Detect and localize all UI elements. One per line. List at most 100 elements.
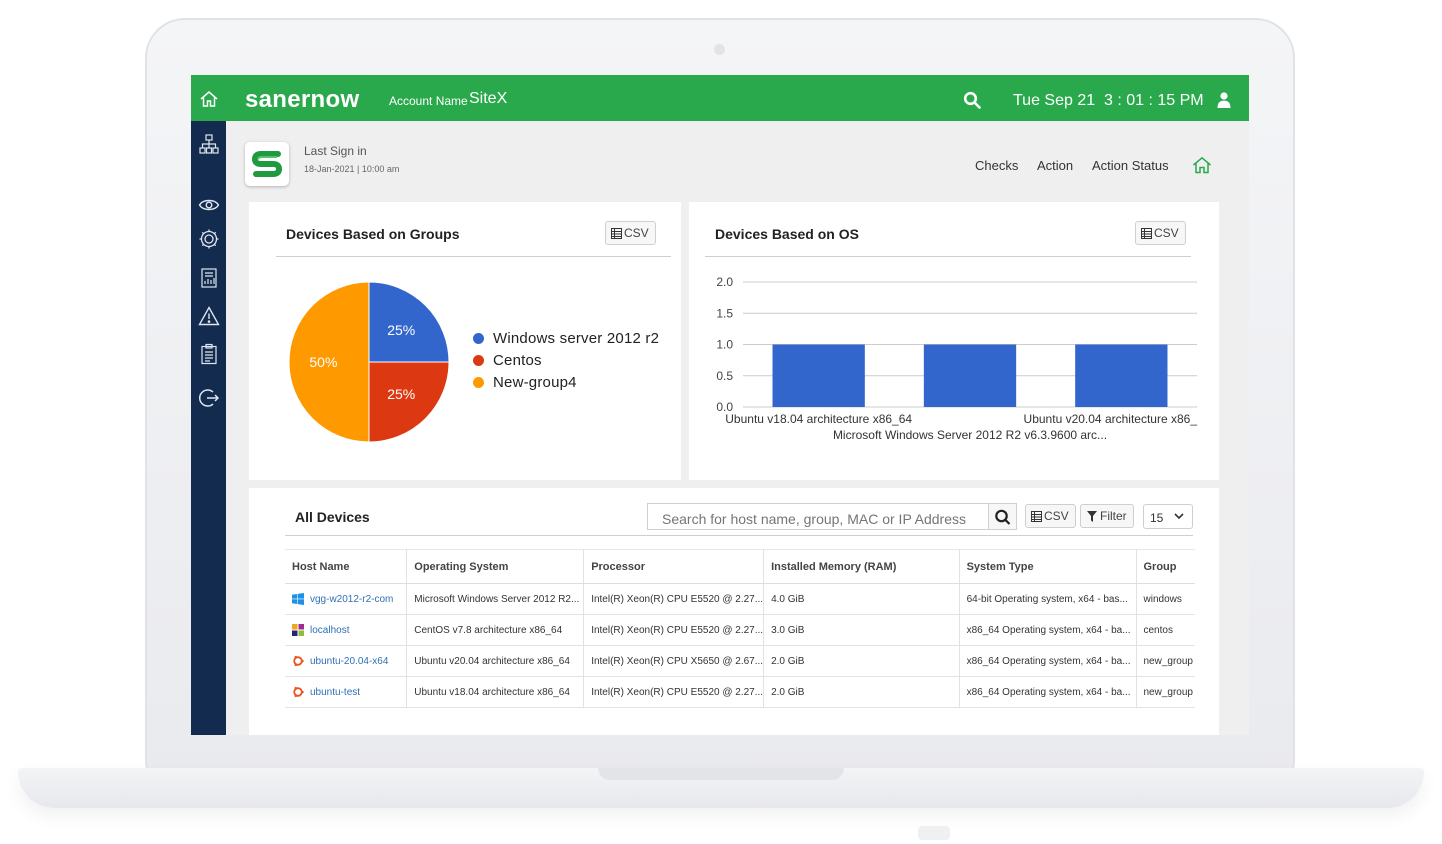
x-tick-label: Microsoft Windows Server 2012 R2 v6.3.96… xyxy=(833,428,1107,442)
devices-divider xyxy=(285,535,1193,536)
table-icon xyxy=(611,227,622,239)
column-header[interactable]: Processor xyxy=(583,549,765,584)
search-icon[interactable] xyxy=(963,91,981,109)
column-header[interactable]: Installed Memory (RAM) xyxy=(763,549,960,584)
processor-cell: Intel(R) Xeon(R) CPU X5650 @ 2.67... xyxy=(583,645,765,677)
device-search-button[interactable] xyxy=(989,503,1017,530)
windows-icon xyxy=(292,593,304,605)
legend-swatch xyxy=(473,377,484,388)
group-cell: new_group xyxy=(1136,676,1195,708)
centos-icon xyxy=(292,624,304,636)
laptop-base xyxy=(18,768,1424,808)
eye-icon[interactable] xyxy=(198,194,220,216)
host-link[interactable]: vgg-w2012-r2-com xyxy=(292,593,406,605)
pie-slice-label: 50% xyxy=(309,354,337,370)
column-header[interactable]: System Type xyxy=(959,549,1137,584)
table-header-row: Host Name Operating System Processor Ins… xyxy=(285,549,1195,584)
host-link[interactable]: ubuntu-20.04-x64 xyxy=(292,655,406,667)
legend-label: New-group4 xyxy=(493,374,577,391)
page-size-value: 15 xyxy=(1150,511,1164,525)
sitemap-icon[interactable] xyxy=(198,133,220,155)
last-sign-label: Last Sign in xyxy=(304,144,367,158)
nav-action[interactable]: Action xyxy=(1037,158,1073,173)
filter-button[interactable]: Filter xyxy=(1080,504,1134,528)
table-row[interactable]: ubuntu-test Ubuntu v18.04 architecture x… xyxy=(285,676,1195,708)
user-icon[interactable] xyxy=(1217,92,1231,108)
home-icon[interactable] xyxy=(199,89,219,109)
os-bar-chart: 0.00.51.01.52.0Ubuntu v18.04 architectur… xyxy=(716,275,1198,442)
os-card-divider xyxy=(705,256,1191,257)
laptop-base-notch xyxy=(598,768,844,780)
os-cell: Ubuntu v20.04 architecture x86_64 xyxy=(406,645,585,677)
column-header[interactable]: Group xyxy=(1136,549,1195,584)
devices-csv-button[interactable]: CSV xyxy=(1025,504,1076,528)
memory-cell: 2.0 GiB xyxy=(763,645,960,677)
groups-pie-chart: 25% 25% 50% xyxy=(288,281,450,443)
memory-cell: 3.0 GiB xyxy=(763,614,960,646)
memory-cell: 4.0 GiB xyxy=(763,583,960,615)
home-icon[interactable] xyxy=(1192,156,1212,174)
settings-icon[interactable] xyxy=(198,228,220,250)
system-type-cell: 64-bit Operating system, x64 - bas... xyxy=(959,583,1137,615)
account-name-label: Account Name xyxy=(389,94,468,108)
logout-icon[interactable] xyxy=(198,387,220,409)
app-screen: sanernow Account Name SiteX Tue Sep 21 3… xyxy=(191,75,1249,735)
current-datetime: Tue Sep 21 3 : 01 : 15 PM xyxy=(1013,92,1204,109)
bar[interactable] xyxy=(1075,344,1168,408)
table-icon xyxy=(1031,510,1042,522)
system-type-cell: x86_64 Operating system, x64 - ba... xyxy=(959,676,1137,708)
group-cell: centos xyxy=(1136,614,1195,646)
device-search-input[interactable] xyxy=(647,503,989,530)
devices-by-groups-card: Devices Based on Groups CSV 25% 25% 50% Wi… xyxy=(249,202,681,480)
search-icon xyxy=(995,509,1011,525)
table-row[interactable]: vgg-w2012-r2-com Microsoft Windows Serve… xyxy=(285,583,1195,615)
bar[interactable] xyxy=(923,344,1017,408)
nav-action-status[interactable]: Action Status xyxy=(1092,158,1169,173)
page-size-select[interactable]: 15 xyxy=(1143,504,1193,529)
y-tick-label: 0.5 xyxy=(716,369,733,383)
filter-label: Filter xyxy=(1100,509,1127,523)
system-type-cell: x86_64 Operating system, x64 - ba... xyxy=(959,614,1137,646)
devices-title: All Devices xyxy=(295,509,370,525)
sidebar xyxy=(191,121,226,735)
legend-swatch xyxy=(473,355,484,366)
legend-label: Windows server 2012 r2 xyxy=(493,330,660,347)
y-tick-label: 1.5 xyxy=(716,306,733,320)
group-cell: windows xyxy=(1136,583,1195,615)
host-link[interactable]: localhost xyxy=(292,624,406,636)
y-tick-label: 1.0 xyxy=(716,338,733,352)
processor-cell: Intel(R) Xeon(R) CPU E5520 @ 2.27... xyxy=(583,676,765,708)
os-cell: Ubuntu v18.04 architecture x86_64 xyxy=(406,676,585,708)
x-tick-label: Ubuntu v18.04 architecture x86_64 xyxy=(725,412,912,426)
legend-label: Centos xyxy=(493,352,542,369)
bar[interactable] xyxy=(772,344,865,408)
devices-csv-label: CSV xyxy=(1044,509,1069,523)
legend-swatch xyxy=(473,333,484,344)
nav-checks[interactable]: Checks xyxy=(975,158,1018,173)
table-row[interactable]: localhost CentOS v7.8 architecture x86_6… xyxy=(285,614,1195,646)
os-csv-label: CSV xyxy=(1154,226,1179,240)
processor-cell: Intel(R) Xeon(R) CPU E5520 @ 2.27... xyxy=(583,583,765,615)
laptop-foot xyxy=(918,826,950,840)
x-tick-label: Ubuntu v20.04 architecture x86_ xyxy=(1024,412,1198,426)
clipboard-icon[interactable] xyxy=(198,343,220,365)
os-csv-button[interactable]: CSV xyxy=(1135,221,1186,245)
legend-item: New-group4 xyxy=(473,374,577,391)
table-icon xyxy=(1141,227,1152,239)
legend-item: Centos xyxy=(473,352,542,369)
column-header[interactable]: Host Name xyxy=(285,549,408,584)
groups-csv-button[interactable]: CSV xyxy=(605,221,656,245)
pie-slice-label: 25% xyxy=(387,322,415,338)
column-header[interactable]: Operating System xyxy=(406,549,585,584)
main-content: Last Sign in 18-Jan-2021 | 10:00 am Chec… xyxy=(226,121,1249,735)
brand-logo: sanernow xyxy=(245,86,360,113)
os-card-title: Devices Based on OS xyxy=(715,226,859,242)
groups-csv-label: CSV xyxy=(624,226,649,240)
report-icon[interactable] xyxy=(198,267,220,289)
alert-icon[interactable] xyxy=(198,305,220,327)
group-cell: new_group xyxy=(1136,645,1195,677)
host-link[interactable]: ubuntu-test xyxy=(292,686,406,698)
groups-card-divider xyxy=(276,256,671,257)
processor-cell: Intel(R) Xeon(R) CPU E5520 @ 2.27... xyxy=(583,614,765,646)
table-row[interactable]: ubuntu-20.04-x64 Ubuntu v20.04 architect… xyxy=(285,645,1195,677)
